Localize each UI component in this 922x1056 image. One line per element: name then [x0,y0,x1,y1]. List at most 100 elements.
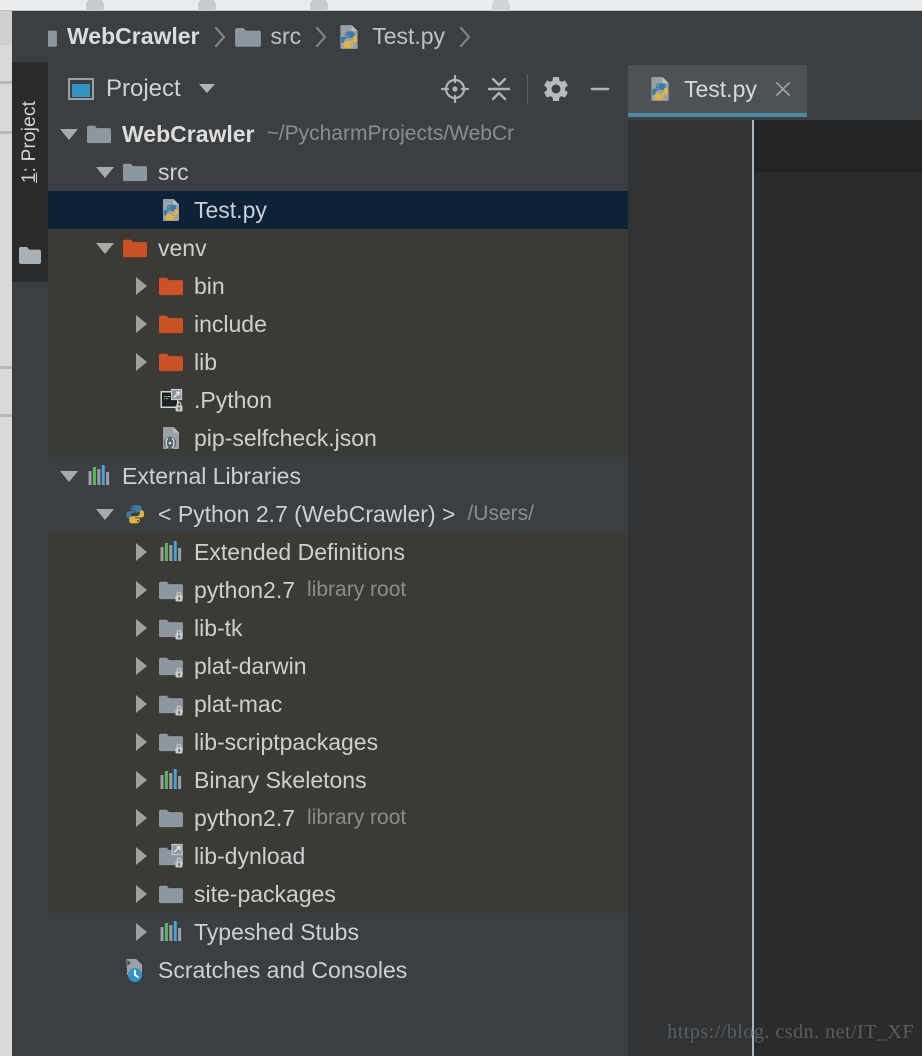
tree-node-label: lib-dynload [194,842,306,869]
tree-row[interactable]: plat-darwin [48,647,628,685]
tree-row[interactable]: lib-scriptpackages [48,723,628,761]
chevron-down-icon[interactable] [94,237,116,259]
tree-row[interactable]: plat-mac [48,685,628,723]
library-bars-icon [160,769,182,789]
tree-node-label: bin [194,272,225,299]
pycharm-window: WebCrawler src Test.py 1: Project Project [0,0,922,1056]
chevron-right-icon[interactable] [130,769,152,791]
sidebar-item-project-label: 1: Project [12,32,48,252]
os-window-chrome [0,0,922,15]
folder-gray [159,885,183,904]
library-bars-icon [160,921,182,941]
tree-row[interactable]: site-packages [48,875,628,913]
tree-node-label: < Python 2.7 (WebCrawler) > [158,500,456,527]
chevron-down-icon[interactable] [58,465,80,487]
tree-node-label: lib-scriptpackages [194,728,379,755]
tree-row[interactable]: Test.py [48,191,628,229]
tool-window-header: Project [48,62,628,115]
library-bars-icon [88,465,110,485]
gear-icon[interactable] [534,67,578,111]
editor-tab[interactable]: Test.py [628,65,807,117]
folder-gray [87,125,111,144]
chevron-right-icon[interactable] [130,693,152,715]
tree-node-secondary-text: ~/PycharmProjects/WebCr [266,122,515,145]
chevron-right-icon[interactable] [130,541,152,563]
tree-row[interactable]: External Libraries [48,457,628,495]
tree-row[interactable]: Extended Definitions [48,533,628,571]
chevron-right-icon[interactable] [130,731,152,753]
toolbar-divider [527,73,528,104]
tree-node-label: site-packages [194,880,336,907]
chevron-right-icon[interactable] [130,845,152,867]
tree-row[interactable]: .Python [48,381,628,419]
tree-node-label: External Libraries [122,462,301,489]
tool-window-stripe: 1: Project [12,11,48,1056]
breadcrumb-item-label: src [270,23,302,49]
tree-node-label: lib-tk [194,614,243,641]
chevron-down-icon[interactable] [94,503,116,525]
chevron-right-icon[interactable] [130,883,152,905]
tree-row[interactable]: venv [48,229,628,267]
editor-body[interactable] [628,120,922,1056]
tree-node-label: python2.7 [194,576,296,603]
chevron-down-icon[interactable] [94,161,116,183]
tree-row[interactable]: Binary Skeletons [48,761,628,799]
minimize-icon[interactable] [578,67,622,111]
tree-row[interactable]: lib-dynload [48,837,628,875]
chevron-down-icon[interactable] [58,123,80,145]
sidebar-item-project[interactable]: 1: Project [12,62,48,282]
tree-row[interactable]: include [48,305,628,343]
editor-caret-column [752,120,754,1056]
tool-window-actions [433,62,622,115]
tree-row[interactable]: Typeshed Stubs [48,913,628,951]
project-tree[interactable]: WebCrawler ~/PycharmProjects/WebCr src Test… [48,115,628,1056]
close-icon[interactable] [773,79,793,99]
chevron-right-icon[interactable] [130,313,152,335]
tree-row[interactable]: WebCrawler ~/PycharmProjects/WebCr [48,115,628,153]
folder-orange [159,315,183,334]
chevron-right-icon[interactable] [130,351,152,373]
breadcrumb-item[interactable]: src [234,11,304,62]
collapse-all-icon[interactable] [477,67,521,111]
chevron-down-icon[interactable] [198,84,215,93]
tree-row[interactable]: src [48,153,628,191]
breadcrumb-separator-icon [316,26,327,47]
project-view-selector[interactable]: Project [68,75,215,103]
tree-row[interactable]: bin [48,267,628,305]
chevron-right-icon[interactable] [130,275,152,297]
terminal-lock-icon [160,388,183,412]
folder-gray [234,27,261,47]
tree-row[interactable]: pip-selfcheck.json [48,419,628,457]
tree-row[interactable]: lib-tk [48,609,628,647]
library-bars-icon [160,541,182,561]
tree-row[interactable]: python2.7 library root [48,571,628,609]
chevron-right-icon[interactable] [130,807,152,829]
breadcrumb-item[interactable]: Test.py [335,11,447,62]
folder-gray [159,809,183,828]
tree-node-secondary-text: library root [307,806,407,829]
tree-node-secondary-text: library root [307,578,407,601]
breadcrumb-item[interactable]: WebCrawler [30,11,202,62]
tree-node-label: Extended Definitions [194,538,405,565]
tree-row[interactable]: lib [48,343,628,381]
locate-icon[interactable] [433,67,477,111]
python-file-icon [651,77,669,101]
tree-row[interactable]: < Python 2.7 (WebCrawler) > /Users/ [48,495,628,533]
tree-row[interactable]: Scratches and Consoles [48,951,628,989]
tree-row[interactable]: python2.7 library root [48,799,628,837]
breadcrumb-separator-icon [459,26,471,47]
breadcrumb: WebCrawler src Test.py [12,11,922,62]
chevron-right-icon[interactable] [130,655,152,677]
chevron-right-icon[interactable] [130,617,152,639]
tree-node-label: venv [158,234,207,261]
editor-gutter [628,120,752,1056]
tree-node-label: WebCrawler [122,120,255,147]
chevron-right-icon[interactable] [130,579,152,601]
project-window-icon [68,77,94,100]
folder-link-lock [159,843,183,868]
tree-node-label: Test.py [194,196,267,223]
breadcrumb-separator-icon [214,26,225,47]
chevron-right-icon[interactable] [130,921,152,943]
tree-node-label: plat-mac [194,690,283,717]
breadcrumb-item-label: Test.py [372,23,446,49]
